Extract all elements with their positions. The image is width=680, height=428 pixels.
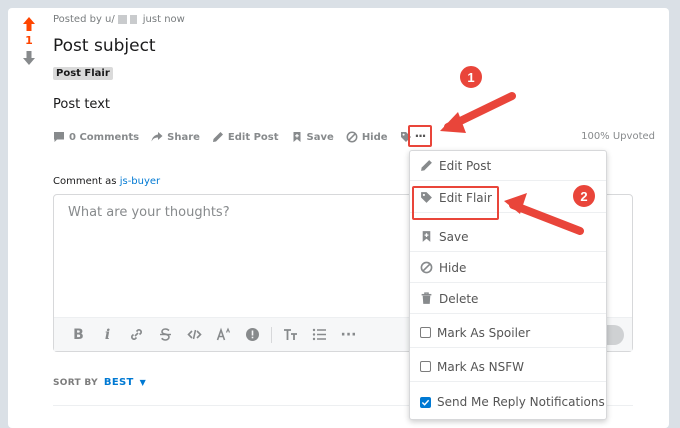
chevron-down-icon: ▼	[139, 378, 147, 387]
comment-as-label: Comment as	[53, 176, 117, 187]
hide-icon	[420, 261, 433, 274]
menu-item-label: Mark As Spoiler	[437, 325, 531, 340]
toolbar-divider	[271, 326, 272, 343]
save-label: Save	[306, 131, 334, 143]
italic-button[interactable]: i	[93, 323, 122, 347]
comment-username-link[interactable]: js-buyer	[120, 176, 160, 187]
hide-button[interactable]: Hide	[346, 131, 388, 143]
upvote-icon[interactable]	[22, 16, 36, 32]
menu-item-mark-nsfw[interactable]: Mark As NSFW	[410, 352, 606, 382]
code-button[interactable]	[180, 323, 209, 347]
more-formatting-label: ···	[340, 326, 357, 343]
vote-count: 1	[25, 34, 33, 47]
more-formatting-button[interactable]: ···	[334, 323, 363, 347]
share-icon	[151, 132, 163, 142]
menu-item-delete[interactable]: Delete	[410, 284, 606, 314]
post-flair[interactable]: Post Flair	[53, 67, 113, 80]
more-options-button[interactable]: ···	[408, 125, 432, 147]
comment-icon	[54, 132, 64, 142]
menu-item-edit-post[interactable]: Edit Post	[410, 151, 606, 181]
share-label: Share	[167, 131, 200, 143]
upvoted-ratio: 100% Upvoted	[581, 131, 655, 142]
menu-item-label: Edit Post	[439, 158, 492, 173]
edit-post-label: Edit Post	[227, 131, 279, 143]
comments-label: 0 Comments	[69, 131, 140, 143]
downvote-icon[interactable]	[22, 50, 36, 66]
menu-item-mark-spoiler[interactable]: Mark As Spoiler	[410, 318, 606, 348]
share-button[interactable]: Share	[151, 131, 200, 143]
code-icon	[187, 329, 202, 340]
vote-column: 1	[22, 16, 36, 66]
spoiler-checkbox[interactable]	[420, 327, 431, 338]
strikethrough-button[interactable]	[151, 323, 180, 347]
menu-item-label: Delete	[439, 291, 479, 306]
post-actions: 0 Comments Share Edit Post Save Hide	[53, 128, 424, 146]
sort-by-value: BEST	[103, 377, 134, 388]
italic-label: i	[104, 326, 111, 343]
posted-time: just now	[142, 14, 185, 25]
bulleted-list-icon	[312, 328, 326, 341]
bookmark-icon	[293, 132, 301, 142]
hide-label: Hide	[361, 131, 388, 143]
comments-button[interactable]: 0 Comments	[53, 131, 139, 143]
pencil-icon	[212, 132, 223, 142]
sort-by[interactable]: SORT BY BEST ▼	[53, 377, 146, 388]
redacted-username	[117, 15, 127, 24]
post-card: 1 Posted by u/ just now Post subject Pos…	[8, 8, 669, 428]
more-options-label: ···	[414, 129, 427, 143]
strikethrough-icon	[160, 328, 171, 341]
link-button[interactable]	[122, 323, 151, 347]
redacted-username-part	[129, 15, 137, 24]
checkmark-icon	[421, 399, 430, 406]
nsfw-checkbox[interactable]	[420, 361, 431, 372]
bold-label: B	[73, 326, 84, 343]
superscript-button[interactable]	[209, 323, 238, 347]
edit-flair-highlight	[412, 186, 499, 220]
pencil-icon	[421, 160, 432, 171]
trash-icon	[421, 292, 432, 304]
post-body: Post text	[53, 97, 110, 112]
save-button[interactable]: Save	[291, 131, 334, 143]
post-meta: Posted by u/ just now	[53, 14, 185, 25]
sort-by-label: SORT BY	[53, 377, 98, 388]
spoiler-icon	[246, 328, 259, 341]
menu-item-hide[interactable]: Hide	[410, 253, 606, 283]
hide-icon	[346, 131, 358, 143]
superscript-icon	[216, 327, 231, 341]
spoiler-button[interactable]	[238, 323, 267, 347]
menu-item-label: Mark As NSFW	[437, 359, 525, 374]
link-icon	[131, 329, 142, 340]
menu-item-label: Save	[439, 229, 469, 244]
comment-as: Comment as js-buyer	[53, 176, 160, 187]
bookmark-icon	[422, 231, 431, 242]
menu-item-label: Send Me Reply Notifications	[437, 395, 605, 409]
posted-by-label: Posted by u/	[53, 14, 115, 25]
bulleted-list-button[interactable]	[305, 323, 334, 347]
reply-notifications-checkbox[interactable]	[420, 396, 431, 408]
heading-button[interactable]	[276, 323, 305, 347]
menu-item-label: Hide	[439, 260, 467, 275]
post-title[interactable]: Post subject	[53, 36, 156, 56]
heading-icon	[284, 329, 297, 340]
bold-button[interactable]: B	[64, 323, 93, 347]
menu-item-reply-notifications[interactable]: Send Me Reply Notifications	[410, 387, 606, 417]
edit-post-button[interactable]: Edit Post	[212, 131, 279, 143]
menu-item-save[interactable]: Save	[410, 222, 606, 252]
